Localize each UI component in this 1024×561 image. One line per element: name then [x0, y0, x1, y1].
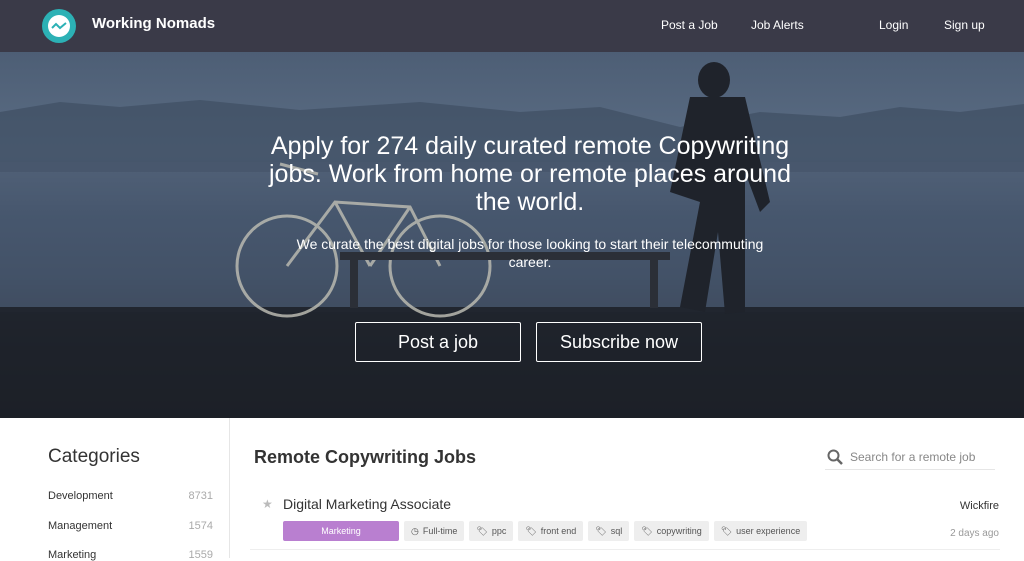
- working-nomads-logo-icon[interactable]: [42, 9, 76, 43]
- post-a-job-button[interactable]: Post a job: [355, 322, 521, 362]
- brand-name[interactable]: Working Nomads: [92, 15, 215, 32]
- tag-icon: 🏷: [720, 525, 733, 536]
- hero-headline: Apply for 274 daily curated remote Copyw…: [269, 132, 791, 216]
- hero-subline: We curate the best digital jobs for thos…: [296, 236, 764, 270]
- jobs-page-title: Remote Copywriting Jobs: [254, 447, 477, 467]
- sidebar-item-marketing[interactable]: Marketing 1559: [48, 549, 213, 561]
- jobs-main: Remote Copywriting Jobs Search for a rem…: [230, 418, 1024, 558]
- tag-copywriting[interactable]: 🏷 copywriting: [634, 521, 709, 541]
- job-type-tag: ◷ Full-time: [404, 521, 465, 541]
- search-icon: [827, 449, 843, 465]
- sidebar-item-development[interactable]: Development 8731: [48, 490, 213, 502]
- sidebar-item-count: 8731: [188, 490, 213, 502]
- tag-sql[interactable]: 🏷 sql: [588, 521, 630, 541]
- tag-icon: 🏷: [525, 525, 537, 536]
- sidebar-item-label: Management: [48, 520, 113, 532]
- tag-label: ppc: [491, 526, 507, 536]
- job-title[interactable]: Digital Marketing Associate: [283, 496, 451, 512]
- tag-label: front end: [540, 526, 577, 536]
- tag-icon: 🏷: [595, 525, 607, 536]
- sidebar-item-label: Development: [48, 490, 113, 502]
- search-box[interactable]: Search for a remote job: [825, 445, 995, 470]
- tag-user-experience[interactable]: 🏷 user experience: [713, 521, 808, 541]
- tag-icon: 🏷: [641, 525, 653, 536]
- nav-job-alerts-link[interactable]: Job Alerts: [751, 18, 804, 32]
- divider: [250, 549, 1000, 550]
- category-badge[interactable]: Marketing: [283, 521, 399, 541]
- job-date: 2 days ago: [950, 528, 999, 539]
- subscribe-now-button[interactable]: Subscribe now: [536, 322, 702, 362]
- categories-sidebar: Categories Development 8731 Management 1…: [0, 418, 230, 561]
- categories-title: Categories: [48, 446, 140, 467]
- job-tags: Marketing ◷ Full-time 🏷 ppc 🏷 front end …: [283, 521, 808, 541]
- top-nav: Working Nomads Post a Job Job Alerts Log…: [0, 0, 1024, 52]
- sidebar-item-label: Marketing: [48, 549, 97, 561]
- job-company[interactable]: Wickfire: [960, 500, 999, 512]
- job-type-label: Full-time: [422, 526, 458, 536]
- sidebar-item-count: 1574: [188, 520, 213, 532]
- nav-post-a-job-link[interactable]: Post a Job: [661, 18, 718, 32]
- tag-front-end[interactable]: 🏷 front end: [518, 521, 584, 541]
- clock-icon: ◷: [411, 525, 419, 536]
- tag-label: copywriting: [656, 526, 702, 536]
- nav-login-link[interactable]: Login: [879, 18, 908, 32]
- hero-banner: Apply for 274 daily curated remote Copyw…: [0, 52, 1024, 418]
- tag-ppc[interactable]: 🏷 ppc: [469, 521, 514, 541]
- search-input[interactable]: Search for a remote job: [850, 450, 975, 464]
- sidebar-item-count: 1559: [188, 549, 213, 561]
- nav-signup-link[interactable]: Sign up: [944, 18, 985, 32]
- tag-label: sql: [610, 526, 623, 536]
- tag-icon: 🏷: [476, 525, 488, 536]
- tag-label: user experience: [736, 526, 801, 536]
- sidebar-item-management[interactable]: Management 1574: [48, 520, 213, 532]
- star-icon[interactable]: ★: [262, 497, 273, 511]
